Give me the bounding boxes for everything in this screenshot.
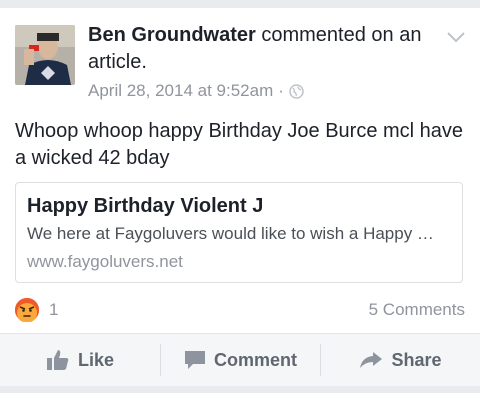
comment-label: Comment xyxy=(213,349,297,370)
post-header: Ben Groundwater commented on an article. xyxy=(88,22,438,76)
globe-icon xyxy=(289,83,304,99)
share-button[interactable]: Share xyxy=(321,334,480,386)
link-domain: www.faygoluvers.net xyxy=(27,252,183,271)
reactions-summary[interactable]: 1 xyxy=(15,298,59,323)
angry-reaction-icon xyxy=(15,298,39,323)
share-label: Share xyxy=(391,349,442,370)
timestamp-text[interactable]: April 28, 2014 at 9:52am xyxy=(88,81,273,101)
chevron-down-icon[interactable] xyxy=(446,30,466,44)
avatar[interactable] xyxy=(15,25,75,85)
reaction-count: 1 xyxy=(49,300,59,319)
action-bar: Like Comment Share xyxy=(0,333,480,386)
post-card: Ben Groundwater commented on an article.… xyxy=(0,8,480,386)
thumbs-up-icon xyxy=(46,350,69,370)
link-preview[interactable]: Happy Birthday Violent J We here at Fayg… xyxy=(15,182,463,283)
share-icon xyxy=(360,352,383,368)
like-button[interactable]: Like xyxy=(0,334,160,386)
comment-icon xyxy=(184,351,205,369)
link-description: We here at Faygoluvers would like to wis… xyxy=(27,224,434,243)
link-title[interactable]: Happy Birthday Violent J xyxy=(27,195,263,218)
like-label: Like xyxy=(77,349,115,370)
post-body: Whoop whoop happy Birthday Joe Burce mcl… xyxy=(15,120,464,169)
post-timestamp: April 28, 2014 at 9:52am · xyxy=(88,81,304,101)
timestamp-separator: · xyxy=(278,81,284,100)
author-name[interactable]: Ben Groundwater xyxy=(88,24,256,46)
comments-count[interactable]: 5 Comments xyxy=(369,300,465,320)
comment-button[interactable]: Comment xyxy=(161,334,320,386)
